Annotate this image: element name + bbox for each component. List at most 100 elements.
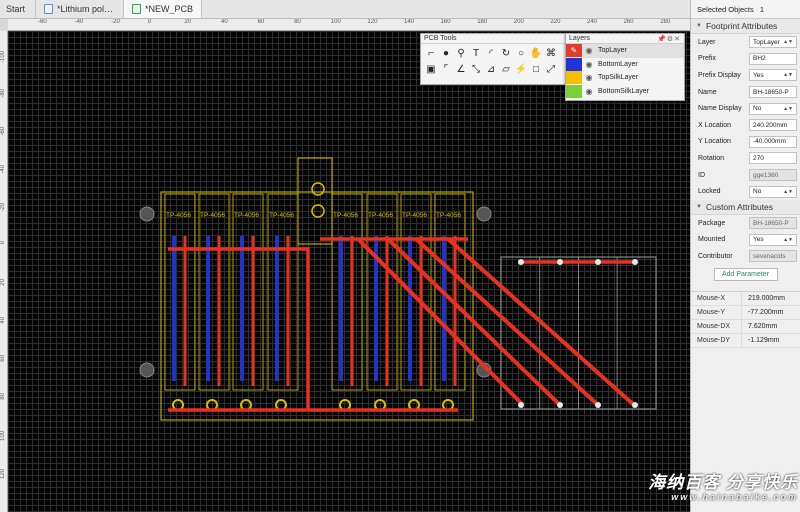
ruler-left-label: 0	[0, 241, 6, 245]
layers-panel: Layers 📌⚙✕ ✎ ◉ TopLayer ◉ BottomLayer ◉ TopSil…	[565, 33, 685, 101]
mounting-hole	[139, 206, 155, 222]
module-label: TP-4056	[436, 212, 461, 219]
copper-area-icon[interactable]: ⊿	[484, 62, 498, 77]
prop-row-prefix-display: Prefix Display Yes ▲▼	[691, 67, 800, 84]
prop-value: 270	[753, 154, 764, 162]
dimension-icon[interactable]: ⌜	[439, 62, 453, 77]
prop-label: Name	[698, 88, 717, 96]
connector-pad	[311, 204, 325, 218]
text-icon[interactable]: T	[469, 46, 483, 61]
layer-color-swatch[interactable]	[566, 57, 582, 71]
tab-start[interactable]: Start	[0, 0, 37, 18]
prop-row-locked: Locked No ▲▼	[691, 183, 800, 200]
rectangle-icon[interactable]: ▱	[499, 62, 513, 77]
visibility-eye-icon[interactable]: ◉	[582, 73, 596, 82]
mouse-label: Mouse-DY	[697, 336, 731, 344]
layer-select[interactable]: TopLayer ▲▼	[749, 36, 797, 49]
layer-row-BottomSilkLayer[interactable]: ◉ BottomSilkLayer	[566, 84, 684, 99]
ruler-top-label: -20	[111, 19, 120, 25]
layer-color-swatch[interactable]: ✎	[566, 44, 582, 58]
layer-name: TopLayer	[598, 47, 627, 55]
battery-pad	[632, 402, 638, 408]
layer-row-TopSilkLayer[interactable]: ◉ TopSilkLayer	[566, 71, 684, 85]
prop-label: ID	[698, 171, 705, 179]
updown-arrow-icon: ▲▼	[783, 105, 793, 112]
prop-label: Layer	[698, 38, 716, 46]
prop-label: Package	[698, 219, 726, 227]
module-label: TP-4056	[333, 212, 358, 219]
mounting-hole	[139, 362, 155, 378]
prop-label: Locked	[698, 188, 721, 196]
tab-schematic-label: *Lithium pollyme...	[57, 4, 115, 14]
arc2-icon[interactable]: ↻	[499, 46, 513, 61]
pcb-canvas[interactable]: TP-4056 TP-4056 TP-4056 TP-4056 TP-4056 TP-40…	[8, 31, 690, 512]
ruler-top-label: 60	[257, 19, 265, 25]
mouse-label: Mouse-Y	[697, 308, 726, 316]
prefix-display-select[interactable]: Yes ▲▼	[749, 69, 797, 82]
pcb-editor-app: Start *Lithium pollyme... *NEW_PCB -60 -4…	[0, 0, 800, 512]
name-field[interactable]: BH-18650-P	[749, 86, 797, 99]
image-icon[interactable]: ▣	[424, 62, 438, 77]
prop-row-prefix: Prefix BH2	[691, 51, 800, 68]
tab-schematic[interactable]: *Lithium pollyme...	[36, 0, 125, 18]
connect-icon[interactable]: ⌘	[544, 46, 558, 61]
locked-select[interactable]: No ▲▼	[749, 185, 797, 198]
watermark-line2: www.hainabaike.com	[671, 492, 798, 502]
collapse-chevron-icon: ▼	[696, 203, 702, 210]
pad-icon[interactable]: ●	[439, 46, 453, 61]
panel-pin-gear-close-icons[interactable]: 📌⚙✕	[657, 35, 681, 43]
arc-icon[interactable]: ◜	[484, 46, 498, 61]
angle-icon[interactable]: ∠	[454, 62, 468, 77]
battery-pad	[518, 259, 524, 265]
mounted-select[interactable]: Yes ▲▼	[749, 233, 797, 246]
measure-icon[interactable]: ⤢	[544, 62, 558, 77]
rotation-field[interactable]: 270	[749, 152, 797, 165]
layer-color-swatch[interactable]	[566, 84, 582, 98]
module-outline	[232, 193, 264, 391]
contributor-field: sevenacids	[749, 250, 797, 263]
properties-sidebar: Selected Objects 1 ▼ Footprint Attribute…	[690, 0, 800, 512]
layer-row-BottomLayer[interactable]: ◉ BottomLayer	[566, 57, 684, 72]
pcb-board-drawing: TP-4056 TP-4056 TP-4056 TP-4056 TP-4056 TP-40…	[139, 157, 657, 421]
layers-title: Layers	[569, 35, 591, 42]
layer-list: ✎ ◉ TopLayer ◉ BottomLayer ◉ TopSilkLayer ◉ Bott…	[566, 44, 684, 98]
footprint-attributes-header[interactable]: ▼ Footprint Attributes	[691, 19, 800, 34]
updown-arrow-icon: ▲▼	[783, 236, 793, 243]
mounting-hole	[476, 206, 492, 222]
tab-pcb[interactable]: *NEW_PCB	[124, 0, 203, 18]
schematic-doc-icon	[44, 4, 54, 14]
hole-icon[interactable]: ⚡	[514, 62, 528, 77]
layer-color-swatch[interactable]	[566, 71, 582, 85]
select-icon[interactable]: □	[529, 62, 543, 77]
x-location-field[interactable]: 240.200mm	[749, 119, 797, 132]
prop-label: Prefix	[698, 55, 716, 63]
visibility-eye-icon[interactable]: ◉	[582, 46, 596, 55]
pan-icon[interactable]: ✋	[529, 46, 543, 61]
prop-label: Name Display	[698, 105, 742, 113]
prop-value: -40.000mm	[753, 138, 786, 146]
prefix-field[interactable]: BH2	[749, 52, 797, 65]
prop-row-name-display: Name Display No ▲▼	[691, 100, 800, 117]
visibility-eye-icon[interactable]: ◉	[582, 87, 596, 96]
add-parameter-button[interactable]: Add Parameter	[713, 268, 778, 282]
track-icon[interactable]: ⌐	[424, 46, 438, 61]
selected-objects-label: Selected Objects	[697, 4, 754, 14]
ruler-left-label: 80	[0, 393, 6, 400]
y-location-field[interactable]: -40.000mm	[749, 135, 797, 148]
battery-pad	[595, 259, 601, 265]
ruler-top-label: 260	[623, 19, 634, 25]
ruler-top-label: 40	[221, 19, 228, 25]
via-icon[interactable]: ⚲	[454, 46, 468, 61]
layer-row-TopLayer[interactable]: ✎ ◉ TopLayer	[566, 44, 684, 58]
rect-pad-icon[interactable]: ⤡	[469, 62, 483, 77]
prop-value: Yes	[753, 71, 764, 79]
prop-label: Rotation	[698, 154, 725, 162]
prop-label: Y Location	[698, 138, 731, 146]
circle-icon[interactable]: ○	[514, 46, 528, 61]
custom-attributes-header[interactable]: ▼ Custom Attributes	[691, 199, 800, 215]
ruler-left-label: -40	[0, 165, 6, 174]
name-display-select[interactable]: No ▲▼	[749, 102, 797, 115]
visibility-eye-icon[interactable]: ◉	[582, 60, 596, 69]
module-label: TP-4056	[368, 212, 393, 219]
ruler-top-label: -40	[74, 19, 84, 25]
